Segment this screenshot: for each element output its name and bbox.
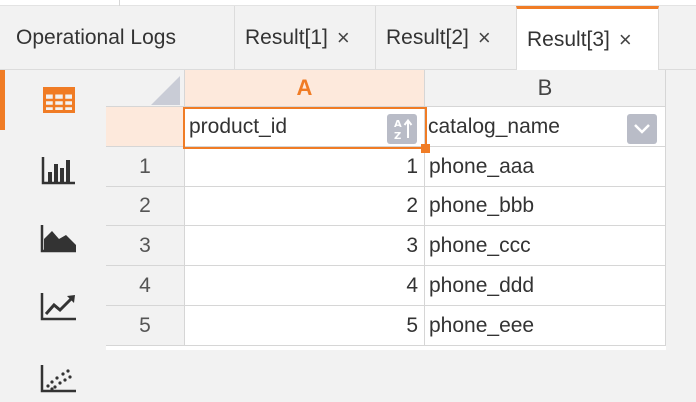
tab-result-1-label: Result[1] bbox=[245, 26, 328, 49]
cell-catalog-name[interactable]: phone_aaa bbox=[425, 147, 666, 187]
line-chart-view-button[interactable] bbox=[12, 276, 106, 336]
close-icon[interactable]: × bbox=[619, 29, 632, 51]
row-number[interactable]: 4 bbox=[106, 266, 185, 306]
row-number[interactable]: 2 bbox=[106, 187, 185, 226]
column-dropdown-button[interactable] bbox=[627, 114, 657, 144]
area-chart-icon bbox=[40, 225, 76, 253]
result-grid: A B product_id catalog_name 1 1 phone_aa… bbox=[106, 70, 666, 350]
cell-catalog-name[interactable]: phone_ccc bbox=[425, 226, 666, 266]
chevron-down-icon bbox=[634, 124, 650, 134]
area-chart-view-button[interactable] bbox=[12, 208, 106, 268]
cell-product-id[interactable]: 5 bbox=[185, 306, 425, 346]
table-view-button[interactable] bbox=[0, 70, 106, 130]
table-icon bbox=[43, 87, 75, 113]
row-number[interactable]: 5 bbox=[106, 306, 185, 346]
field-row-header bbox=[106, 107, 185, 147]
close-icon[interactable]: × bbox=[478, 27, 491, 49]
column-header-b[interactable]: B bbox=[425, 70, 666, 107]
fill-handle[interactable] bbox=[421, 144, 430, 153]
sort-button[interactable]: A Z bbox=[387, 114, 417, 144]
cell-product-id[interactable]: 4 bbox=[185, 266, 425, 306]
scatter-chart-icon bbox=[40, 365, 76, 393]
cell-product-id[interactable]: 1 bbox=[185, 147, 425, 187]
grid-corner[interactable] bbox=[106, 70, 185, 107]
tab-result-1[interactable]: Result[1] × bbox=[234, 6, 375, 70]
svg-text:A: A bbox=[394, 119, 402, 130]
column-header-a[interactable]: A bbox=[185, 70, 425, 107]
tab-result-3-label: Result[3] bbox=[527, 28, 610, 51]
result-tab-bar: Operational Logs Result[1] × Result[2] ×… bbox=[0, 6, 696, 71]
bar-chart-view-button[interactable] bbox=[12, 140, 106, 200]
scatter-chart-view-button[interactable] bbox=[12, 348, 106, 402]
cell-catalog-name[interactable]: phone_eee bbox=[425, 306, 666, 346]
tab-operational-logs[interactable]: Operational Logs bbox=[0, 6, 234, 70]
row-number[interactable]: 1 bbox=[106, 147, 185, 187]
tab-result-2[interactable]: Result[2] × bbox=[375, 6, 516, 70]
select-all-icon bbox=[151, 76, 180, 105]
close-icon[interactable]: × bbox=[337, 27, 350, 49]
sort-az-icon: A Z bbox=[394, 118, 413, 142]
line-chart-icon bbox=[40, 293, 76, 321]
tab-result-2-label: Result[2] bbox=[386, 26, 469, 49]
view-toolbar bbox=[0, 70, 106, 402]
tab-result-3[interactable]: Result[3] × bbox=[516, 6, 659, 71]
svg-text:Z: Z bbox=[394, 131, 401, 142]
cell-catalog-name[interactable]: phone_ddd bbox=[425, 266, 666, 306]
bar-chart-icon bbox=[41, 157, 75, 185]
cell-catalog-name[interactable]: phone_bbb bbox=[425, 187, 666, 226]
tab-operational-logs-label: Operational Logs bbox=[16, 26, 176, 49]
row-number[interactable]: 3 bbox=[106, 226, 185, 266]
cell-product-id[interactable]: 3 bbox=[185, 226, 425, 266]
cell-product-id[interactable]: 2 bbox=[185, 187, 425, 226]
